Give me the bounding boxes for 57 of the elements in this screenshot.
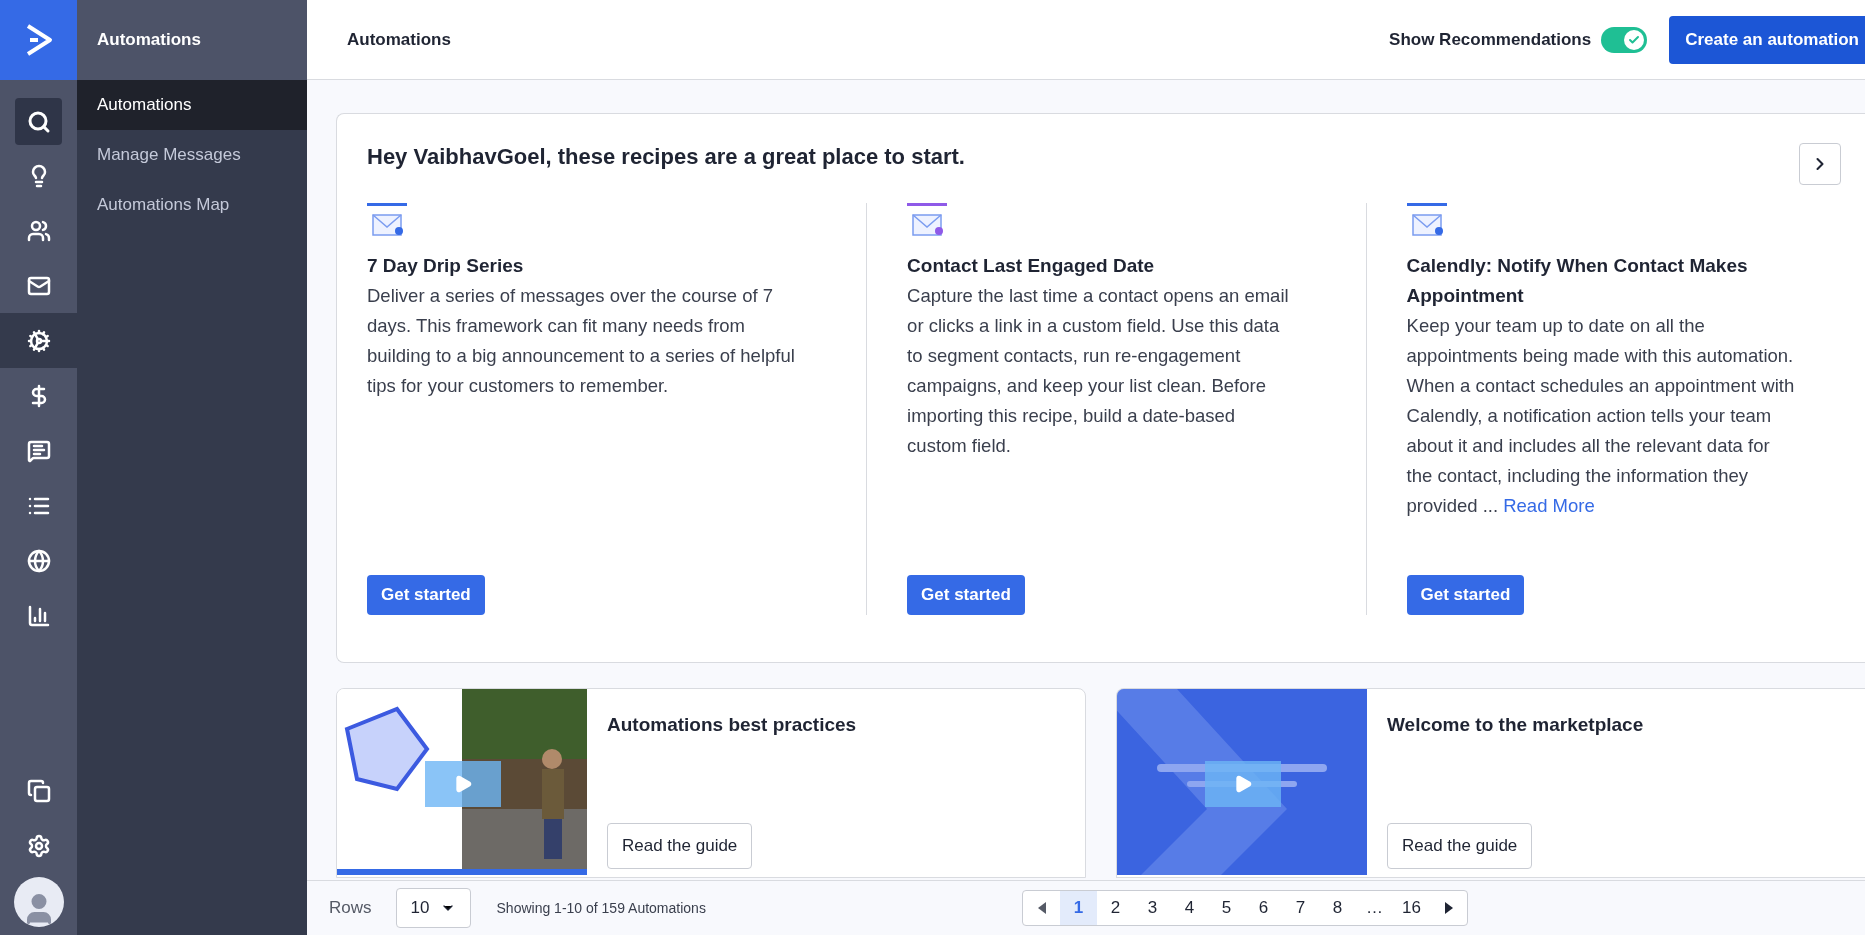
page-title: Automations [347,28,451,51]
page-button[interactable]: 4 [1171,891,1208,925]
toggle-label: Show Recommendations [1389,28,1592,51]
guide-title: Welcome to the marketplace [1387,713,1644,737]
search-button[interactable] [15,98,62,145]
triangle-right-icon [1444,902,1453,914]
bar-chart-icon [26,603,51,628]
sidebar-item[interactable]: Automations Map [77,180,307,230]
recipe-title: Calendly: Notify When Contact Makes Appointment [1406,254,1749,308]
play-button[interactable] [425,761,501,807]
recipe-description: Capture the last time a contact opens an email or clicks a link in a custom field. Use this data to segment contacts, run re-engagement campaigns, and keep your list clean. Before importing this recipe, build a date-based custom field. [907,284,1290,458]
page-button[interactable]: 16 [1393,891,1430,925]
next-button[interactable] [1799,143,1841,185]
read-guide-button[interactable]: Read the guide [607,823,753,869]
recipe-description: Deliver a series of messages over the course of 7 days. This framework can fit many needs from building to a big announcement to a series of helpful tips for your customers to remember. [367,284,796,398]
chat-icon [26,438,51,463]
page-button[interactable]: 8 [1319,891,1356,925]
get-started-button[interactable]: Get started [907,575,1025,615]
rows-select[interactable]: 10 [395,888,471,928]
get-started-button[interactable]: Get started [367,575,485,615]
envelope-icon [367,203,407,239]
envelope-icon [907,203,948,239]
get-started-button[interactable]: Get started [1406,575,1525,615]
play-icon [453,774,473,794]
people-icon [26,218,51,243]
page-button[interactable]: 5 [1208,891,1245,925]
cog-icon [26,328,51,353]
page-button[interactable]: 3 [1134,891,1171,925]
page-button[interactable]: 6 [1245,891,1282,925]
page-button[interactable]: … [1356,891,1393,925]
showing-count: Showing 1-10 of 159 Automations [496,898,706,918]
page-button[interactable]: 1 [1060,891,1097,925]
create-automation-button[interactable]: Create an automation [1669,15,1865,64]
recipe-title: Contact Last Engaged Date [907,254,1156,278]
page-button[interactable]: 7 [1282,891,1319,925]
sidebar-item[interactable]: Automations [77,80,307,130]
avatar[interactable] [13,877,64,927]
recipes-heading: Hey VaibhavGoel, these recipes are a great place to start. [367,143,965,171]
check-icon [1628,33,1641,46]
nav-item[interactable] [0,313,77,368]
rows-label: Rows [329,897,372,920]
logo-icon[interactable] [0,0,77,80]
recipe-title: 7 Day Drip Series [367,254,525,278]
play-button[interactable] [1205,761,1281,807]
globe-icon [26,548,51,573]
recommendations-toggle[interactable] [1601,26,1648,53]
read-guide-button[interactable]: Read the guide [1387,823,1533,869]
sidebar-title: Automations [97,29,201,52]
sidebar-item[interactable]: Manage Messages [77,130,307,180]
recipe-description: Keep your team up to date on all the appointments being made with this automation. When a contact schedules an appointment with Calendly, a notification action tells your team about it and includes all the relevant data for the contact, including the information they provided ... Read More [1406,314,1795,518]
page-button[interactable]: 2 [1097,891,1134,925]
play-icon [1233,774,1253,794]
read-more-link[interactable]: Read More [1503,495,1595,516]
search-icon [26,109,51,134]
guide-title: Automations best practices [607,713,857,737]
triangle-left-icon [1037,902,1046,914]
envelope-icon [1406,203,1447,239]
